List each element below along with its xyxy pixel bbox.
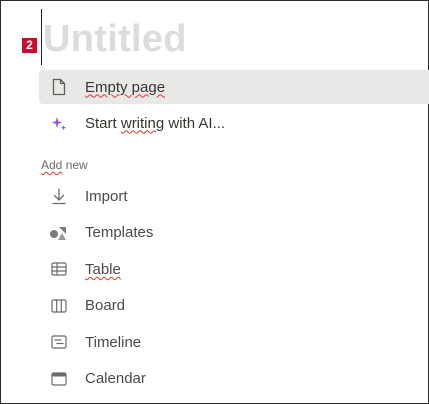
import-label: Import [85, 187, 128, 205]
calendar-option[interactable]: Calendar [39, 361, 429, 398]
templates-label: Templates [85, 224, 154, 242]
timeline-icon [49, 332, 69, 352]
page-icon [49, 77, 69, 97]
calendar-icon [49, 369, 69, 389]
templates-option[interactable]: Templates [39, 215, 429, 252]
timeline-option[interactable]: Timeline [39, 324, 429, 361]
add-new-section-label: Add new [41, 158, 88, 172]
text-cursor [41, 9, 42, 65]
import-icon [49, 186, 69, 206]
table-label: Table [85, 260, 121, 278]
step-badge: 2 [22, 38, 37, 53]
import-option[interactable]: Import [39, 178, 429, 215]
new-page-menu: Empty page Start writing with AI... Add … [39, 70, 429, 397]
empty-page-label: Empty page [85, 78, 166, 96]
timeline-label: Timeline [85, 333, 142, 351]
calendar-label: Calendar [85, 370, 146, 388]
board-option[interactable]: Board [39, 288, 429, 325]
ai-sparkle-icon [49, 113, 69, 133]
table-option[interactable]: Table [39, 251, 429, 288]
table-icon [49, 259, 69, 279]
start-writing-label: Start writing with AI... [85, 114, 226, 132]
empty-page-option[interactable]: Empty page [39, 70, 429, 104]
page-title-input[interactable]: Untitled [43, 17, 187, 61]
new-page-panel: 2 Untitled Empty page Start writing with… [0, 0, 429, 404]
start-writing-with-ai-option[interactable]: Start writing with AI... [39, 106, 429, 140]
board-icon [49, 296, 69, 316]
templates-icon [49, 223, 69, 243]
board-label: Board [85, 297, 126, 315]
